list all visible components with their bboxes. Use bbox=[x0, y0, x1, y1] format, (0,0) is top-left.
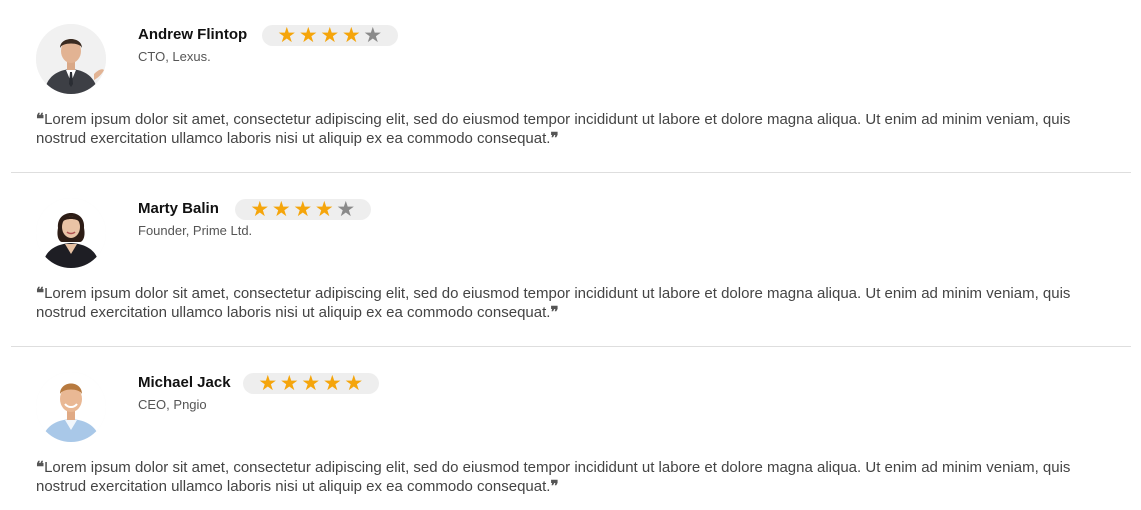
close-quote-icon: ❞ bbox=[550, 129, 559, 147]
testimonial-list: Andrew Flintop ★ ★ ★ ★ ★ CTO, Lexus. ❝Lo… bbox=[0, 0, 1141, 510]
testimonial-quote: ❝Lorem ipsum dolor sit amet, consectetur… bbox=[36, 110, 1106, 148]
avatar bbox=[36, 198, 106, 268]
star-icon: ★ bbox=[344, 372, 364, 395]
reviewer-role: CEO, Pngio bbox=[138, 397, 207, 412]
star-icon: ★ bbox=[271, 198, 291, 221]
star-icon: ★ bbox=[314, 198, 334, 221]
star-rating: ★ ★ ★ ★ ★ bbox=[262, 25, 398, 46]
star-empty-icon: ★ bbox=[336, 198, 356, 221]
avatar bbox=[36, 24, 106, 94]
star-rating: ★ ★ ★ ★ ★ bbox=[243, 373, 379, 394]
star-rating: ★ ★ ★ ★ ★ bbox=[235, 199, 371, 220]
star-empty-icon: ★ bbox=[363, 24, 383, 47]
divider bbox=[11, 346, 1131, 347]
testimonial-quote: ❝Lorem ipsum dolor sit amet, consectetur… bbox=[36, 458, 1106, 496]
reviewer-name: Andrew Flintop bbox=[138, 26, 248, 43]
star-icon: ★ bbox=[279, 372, 299, 395]
open-quote-icon: ❝ bbox=[36, 284, 45, 302]
testimonial-quote: ❝Lorem ipsum dolor sit amet, consectetur… bbox=[36, 284, 1106, 322]
reviewer-name: Michael Jack bbox=[138, 374, 231, 391]
star-icon: ★ bbox=[258, 372, 278, 395]
open-quote-icon: ❝ bbox=[36, 458, 45, 476]
close-quote-icon: ❞ bbox=[550, 477, 559, 495]
star-icon: ★ bbox=[341, 24, 361, 47]
reviewer-role: Founder, Prime Ltd. bbox=[138, 223, 253, 238]
star-icon: ★ bbox=[298, 24, 318, 47]
reviewer-name: Marty Balin bbox=[138, 200, 219, 217]
open-quote-icon: ❝ bbox=[36, 110, 45, 128]
avatar bbox=[36, 372, 106, 442]
reviewer-role: CTO, Lexus. bbox=[138, 49, 211, 64]
star-icon: ★ bbox=[301, 372, 321, 395]
close-quote-icon: ❞ bbox=[550, 303, 559, 321]
star-icon: ★ bbox=[277, 24, 297, 47]
star-icon: ★ bbox=[293, 198, 313, 221]
star-icon: ★ bbox=[322, 372, 342, 395]
star-icon: ★ bbox=[320, 24, 340, 47]
divider bbox=[11, 172, 1131, 173]
star-icon: ★ bbox=[250, 198, 270, 221]
